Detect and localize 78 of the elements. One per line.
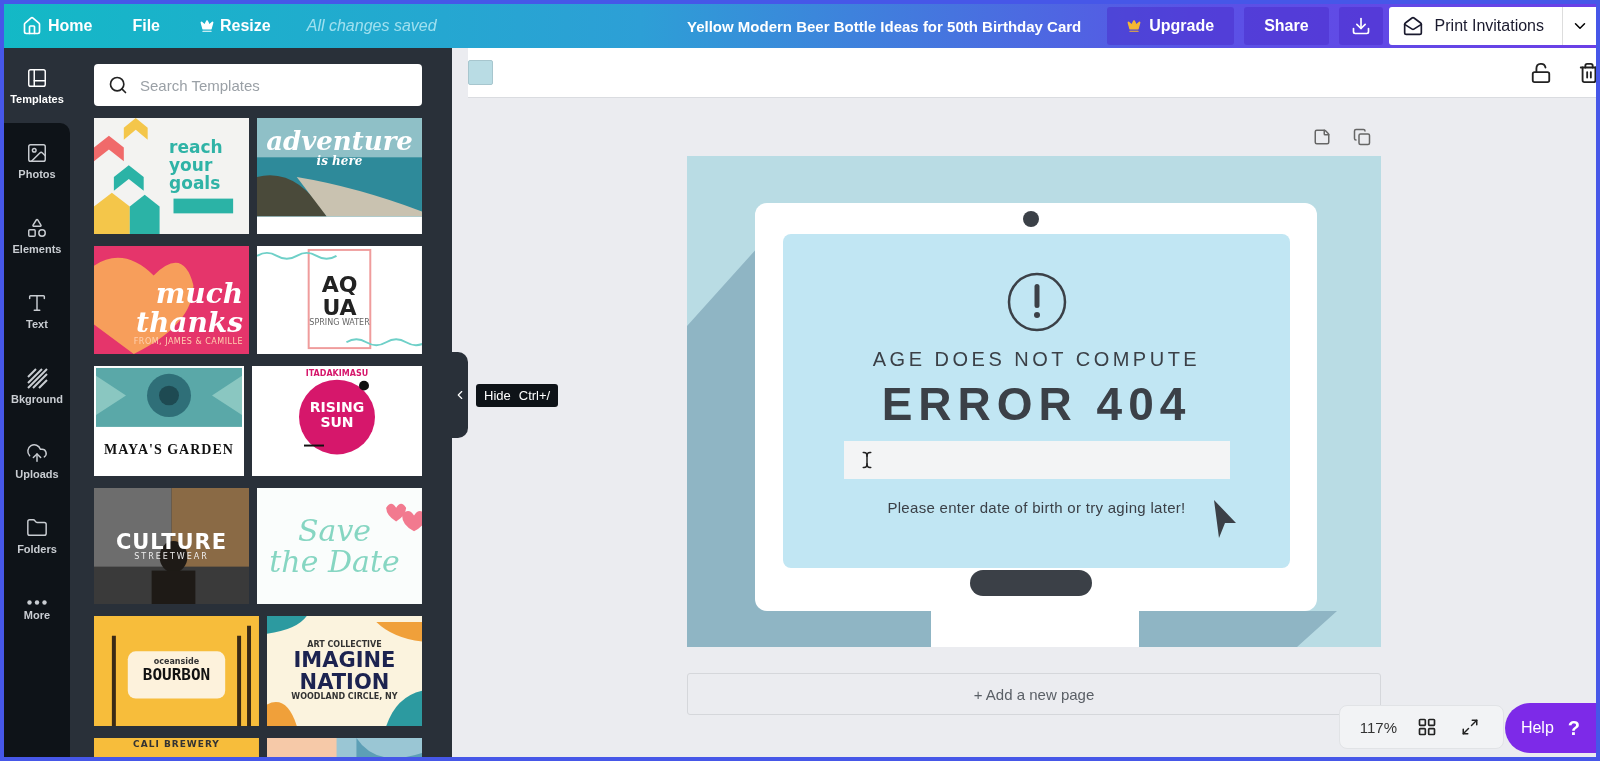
template-text: BOURBON bbox=[142, 666, 211, 684]
crown-icon bbox=[1127, 19, 1142, 33]
design-subtitle: AGE DOES NOT COMPUTE bbox=[872, 348, 1201, 371]
search-icon bbox=[108, 75, 128, 95]
add-page-button[interactable]: + Add a new page bbox=[687, 673, 1381, 715]
design-title: ERROR 404 bbox=[881, 377, 1192, 431]
trash-icon bbox=[1578, 61, 1596, 84]
template-thumbnail[interactable]: CULTURE STREETWEAR bbox=[94, 488, 250, 604]
template-thumbnail[interactable]: ART COLLECTIVE IMAGINE NATION WOODLAND CIRCLE, NY bbox=[266, 616, 422, 726]
sidebar-tab[interactable]: Uploads bbox=[4, 423, 70, 498]
template-thumbnail[interactable]: MAYA'S GARDEN bbox=[94, 366, 244, 476]
sidebar-tab[interactable]: Text bbox=[4, 273, 70, 348]
template-text: CALI BREWERY bbox=[133, 740, 220, 750]
collapse-panel-button[interactable] bbox=[452, 352, 468, 438]
template-text: AQ bbox=[321, 272, 358, 296]
shortcut-text: Ctrl+/ bbox=[518, 388, 551, 403]
alert-icon bbox=[1006, 272, 1067, 332]
sidebar-tab[interactable]: More bbox=[4, 573, 70, 648]
save-status: All changes saved bbox=[306, 17, 437, 35]
download-icon bbox=[1350, 16, 1371, 36]
help-button[interactable]: Help ? bbox=[1504, 703, 1596, 753]
design-message: Please enter date of birth or try aging later! bbox=[887, 499, 1186, 516]
template-text: Save bbox=[297, 514, 372, 546]
template-text: SUN bbox=[320, 415, 354, 430]
note-icon bbox=[1313, 128, 1331, 146]
template-thumbnail[interactable]: ITADAKIMASU RISING SUN bbox=[252, 366, 422, 476]
template-text: ART COLLECTIVE bbox=[307, 640, 382, 649]
color-swatch[interactable] bbox=[468, 60, 493, 85]
stripes-icon bbox=[26, 366, 48, 389]
template-text: reach your goals bbox=[169, 139, 224, 193]
folder-icon bbox=[26, 516, 48, 539]
home-icon bbox=[22, 16, 42, 36]
template-text: SPRING WATER bbox=[309, 318, 370, 328]
template-text: MAYA'S GARDEN bbox=[104, 443, 234, 458]
template-text: oceanside bbox=[153, 658, 200, 667]
image-icon bbox=[26, 141, 48, 164]
template-text: UA bbox=[322, 295, 357, 319]
document-title[interactable]: Yellow Modern Beer Bottle Ideas for 50th Birthday Card bbox=[436, 17, 1082, 35]
grid-icon bbox=[1417, 717, 1437, 737]
copy-icon bbox=[1353, 128, 1371, 146]
zoom-level[interactable]: 117% bbox=[1359, 718, 1397, 736]
template-thumbnail[interactable]: CALI BREWERY bbox=[94, 738, 259, 757]
template-thumbnail[interactable]: adventure is here bbox=[257, 118, 422, 234]
template-text: RISING bbox=[309, 400, 365, 416]
template-thumbnail[interactable]: oceanside BOURBON bbox=[94, 616, 259, 726]
sidebar-tab[interactable]: Photos bbox=[4, 123, 70, 198]
download-button[interactable] bbox=[1338, 7, 1383, 45]
templates-icon bbox=[26, 66, 48, 89]
template-text: ITADAKIMASU bbox=[305, 370, 369, 379]
design-canvas[interactable]: AGE DOES NOT COMPUTE ERROR 404 Please enter date of birth or try aging later! bbox=[687, 156, 1381, 647]
template-text: is here bbox=[316, 155, 363, 168]
camera-dot bbox=[1023, 211, 1039, 227]
crown-icon bbox=[200, 19, 214, 33]
cloud-upload-icon bbox=[26, 441, 48, 464]
help-mark: ? bbox=[1567, 716, 1580, 740]
share-button[interactable]: Share bbox=[1244, 7, 1329, 45]
expand-icon bbox=[1461, 718, 1479, 736]
template-text: thanks bbox=[136, 308, 244, 338]
envelope-icon bbox=[1402, 16, 1423, 36]
upgrade-button[interactable]: Upgrade bbox=[1107, 7, 1235, 45]
lock-icon bbox=[1530, 61, 1552, 84]
template-thumbnail[interactable]: AQ UA SPRING WATER bbox=[257, 246, 422, 354]
search-field[interactable]: Search Templates bbox=[94, 64, 422, 106]
template-text: IMAGINE bbox=[293, 648, 396, 671]
print-invitations-button[interactable]: Print Invitations bbox=[1388, 7, 1562, 45]
more-icon bbox=[27, 600, 47, 605]
template-text: much bbox=[155, 278, 244, 309]
template-text: adventure bbox=[266, 128, 413, 156]
template-text: WOODLAND CIRCLE, NY bbox=[291, 693, 398, 702]
template-text: STREETWEAR bbox=[134, 552, 209, 562]
template-text: the Date bbox=[269, 546, 400, 578]
sidebar-tab[interactable]: Elements bbox=[4, 198, 70, 273]
pointer-icon bbox=[1213, 499, 1237, 539]
sidebar-tab[interactable]: Bkground bbox=[4, 348, 70, 423]
sidebar-tab[interactable]: Folders bbox=[4, 498, 70, 573]
shapes-icon bbox=[26, 216, 48, 239]
tooltip-label: Hide bbox=[484, 388, 511, 403]
template-text: CULTURE bbox=[115, 530, 228, 553]
